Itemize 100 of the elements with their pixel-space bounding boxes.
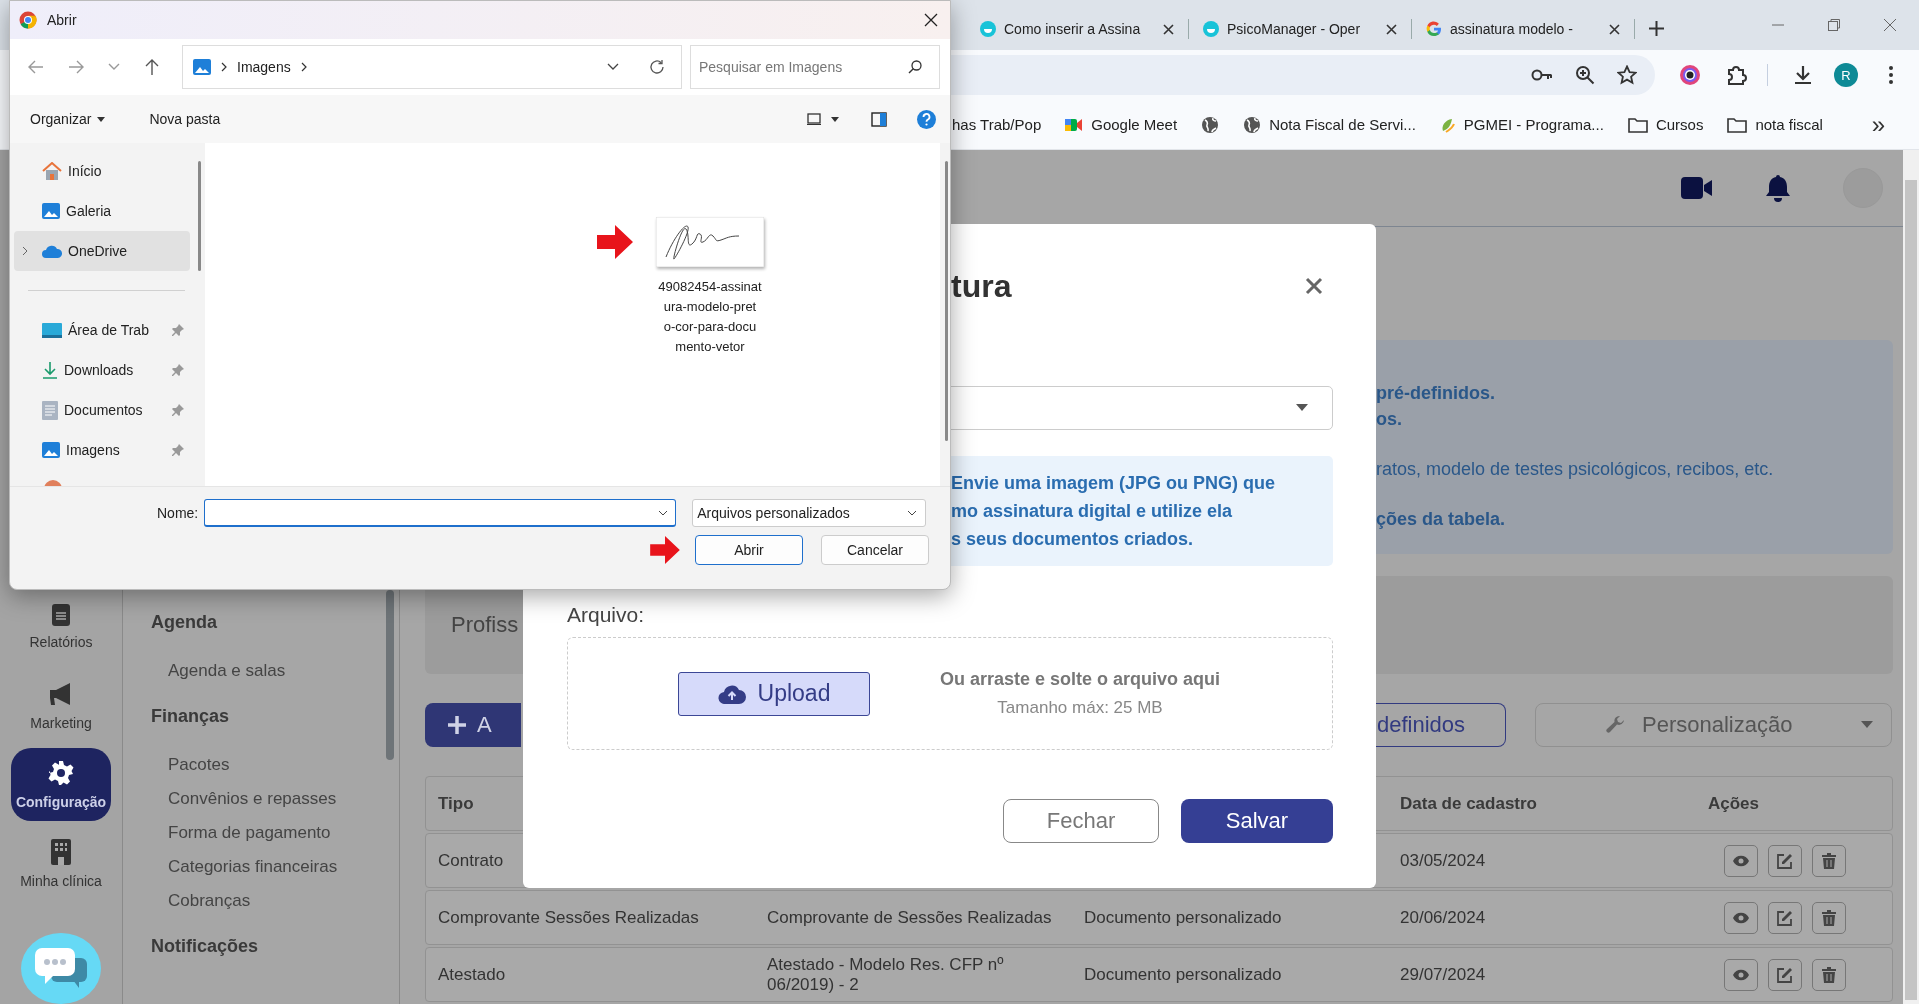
bookmark-link[interactable]: PGMEI - Programa... — [1463, 116, 1604, 133]
scrollbar-thumb[interactable] — [945, 161, 948, 441]
sidebar-item[interactable]: Imagens — [14, 430, 190, 470]
open-button[interactable]: Abrir — [695, 535, 803, 565]
bookmark-link[interactable]: Cursos — [1655, 116, 1704, 133]
puzzle-icon[interactable] — [1725, 64, 1747, 86]
close-button[interactable]: Fechar — [1003, 799, 1159, 843]
close-icon[interactable] — [1163, 23, 1174, 35]
chevron-down-icon[interactable] — [108, 63, 120, 71]
sidebar-item[interactable]: OneDrive — [14, 231, 190, 271]
view-button[interactable] — [1724, 844, 1758, 877]
bookmark-link[interactable]: Nota Fiscal de Servi... — [1269, 116, 1416, 133]
nav-item[interactable]: Minha clínica — [11, 827, 111, 901]
close-icon[interactable] — [1386, 23, 1397, 35]
file-name: 49082454-assinat — [658, 278, 762, 296]
download-icon — [42, 361, 58, 379]
pin-icon — [172, 364, 184, 376]
search-field[interactable]: Pesquisar em Imagens — [690, 45, 940, 89]
scrollbar-thumb[interactable] — [198, 161, 201, 271]
folder-icon[interactable] — [1627, 116, 1648, 133]
star-icon[interactable] — [1617, 65, 1637, 85]
folder-icon[interactable] — [1727, 116, 1748, 133]
forward-arrow-icon[interactable] — [68, 60, 84, 74]
settings-icon — [48, 759, 74, 786]
nav-item[interactable]: Relatórios — [11, 590, 111, 664]
search-icon — [908, 60, 922, 74]
add-button[interactable]: A — [425, 703, 521, 747]
edit-button[interactable] — [1768, 844, 1802, 877]
chevron-right-icon[interactable] — [300, 62, 307, 72]
new-folder-button[interactable]: Nova pasta — [141, 107, 229, 131]
browser-tab[interactable]: assinatura modelo - — [1418, 11, 1628, 47]
browser-tab[interactable]: Como inserir a Assina — [972, 11, 1182, 47]
menu-link[interactable]: Forma de pagamento — [168, 816, 399, 850]
sidebar-item[interactable]: Documentos — [14, 390, 190, 430]
sidebar-item[interactable]: Downloads — [14, 350, 190, 390]
delete-button[interactable] — [1812, 958, 1846, 991]
drop-hint: Ou arraste e solte o arquivo aqui — [940, 669, 1221, 690]
restore-icon[interactable] — [1827, 18, 1841, 32]
back-arrow-icon[interactable] — [28, 60, 44, 74]
edit-button[interactable] — [1768, 901, 1802, 934]
browser-tab[interactable]: PsicoManager - Oper — [1195, 11, 1405, 47]
chrome-logo-icon — [19, 11, 37, 29]
sidebar-item[interactable]: Galeria — [14, 191, 190, 231]
upload-button[interactable]: Upload — [678, 671, 870, 716]
sidebar-item[interactable]: Área de Trab — [14, 310, 190, 350]
cancel-button[interactable]: Cancelar — [821, 535, 929, 565]
bookmark-link[interactable]: has Trab/Pop — [952, 116, 1042, 133]
delete-button[interactable] — [1812, 901, 1846, 934]
delete-button[interactable] — [1812, 844, 1846, 877]
video-camera-icon[interactable] — [1065, 116, 1084, 133]
view-button[interactable] — [1724, 901, 1758, 934]
view-icon[interactable] — [807, 113, 821, 125]
bookmark-link[interactable]: nota fiscal — [1755, 116, 1823, 133]
organize-menu[interactable]: Organizar — [22, 107, 114, 131]
menu-link[interactable]: Cobranças — [168, 884, 399, 918]
file-name-field[interactable] — [204, 499, 677, 527]
more-bookmarks-button[interactable]: » — [1871, 110, 1885, 139]
plus-icon — [447, 715, 467, 736]
caret-icon[interactable] — [831, 116, 839, 122]
preview-pane-icon[interactable] — [871, 111, 887, 127]
menu-section-heading: Notificações — [151, 936, 260, 958]
nav-item[interactable]: Marketing — [11, 669, 111, 743]
eye-icon — [1733, 968, 1749, 981]
table-cell: Documento personalizado — [1084, 964, 1282, 984]
key-icon[interactable] — [1531, 68, 1553, 82]
new-tab-icon[interactable] — [1649, 20, 1664, 36]
menu-link[interactable]: Pacotes — [168, 748, 399, 782]
edit-button[interactable] — [1768, 958, 1802, 991]
bookmark-link[interactable]: Google Meet — [1091, 116, 1178, 133]
wrench-icon — [1606, 715, 1626, 736]
scrollbar[interactable] — [1903, 150, 1919, 1004]
file-item[interactable]: 49082454-assinat ura-modelo-pret o-cor-para-docu mento-vetor — [597, 217, 775, 357]
bell-icon[interactable] — [1765, 173, 1791, 202]
zoom-icon[interactable] — [1575, 65, 1595, 85]
file-name: o-cor-para-docu — [662, 318, 758, 336]
file-type-dropdown[interactable]: Arquivos personalizados — [692, 499, 927, 527]
drop-zone[interactable]: Upload Ou arraste e solte o arquivo aqui Tamanho máx: 25 MB — [567, 637, 1333, 750]
nav-item[interactable]: Configuração — [11, 748, 111, 822]
menu-link[interactable]: Agenda e salas — [168, 654, 399, 688]
close-icon[interactable] — [924, 13, 938, 27]
menu-link[interactable]: Categorias financeiras — [168, 850, 399, 884]
globe-icon[interactable] — [1201, 115, 1220, 134]
extension-icon[interactable] — [1679, 64, 1701, 86]
refresh-icon[interactable] — [649, 59, 665, 75]
menu-icon[interactable] — [1888, 65, 1894, 85]
address-field[interactable]: Imagens — [182, 45, 682, 89]
modal-title: tura — [951, 267, 1013, 305]
save-button[interactable]: Salvar — [1181, 799, 1333, 843]
close-icon[interactable] — [1609, 23, 1620, 35]
up-arrow-icon[interactable] — [144, 58, 160, 76]
globe-icon[interactable] — [1243, 115, 1262, 134]
download-icon[interactable] — [1792, 64, 1814, 86]
scrollbar-thumb[interactable] — [386, 590, 394, 760]
cloud-icon — [42, 244, 62, 258]
video-camera-icon[interactable] — [1681, 176, 1713, 199]
view-button[interactable] — [1724, 958, 1758, 991]
profile-avatar[interactable]: R — [1834, 63, 1858, 87]
menu-link[interactable]: Convênios e repasses — [168, 782, 399, 816]
help-icon[interactable] — [917, 109, 936, 129]
sidebar-item[interactable]: Início — [14, 151, 190, 191]
